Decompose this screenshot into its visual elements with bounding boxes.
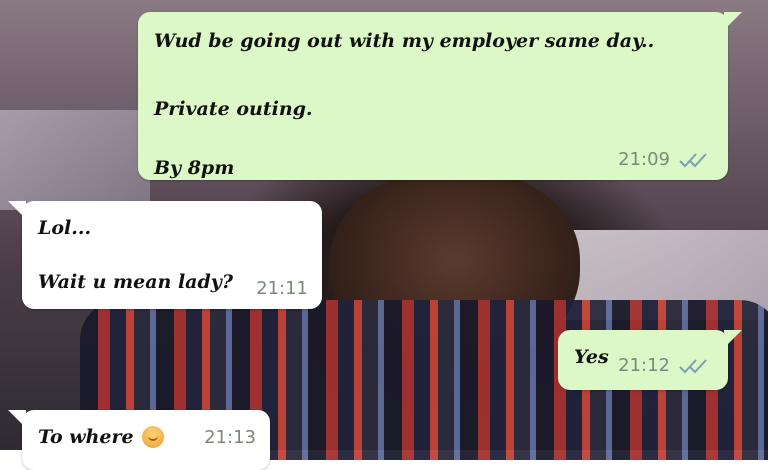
message-meta: 21:13 xyxy=(204,427,256,448)
message-bubble-incoming[interactable]: Lol... Wait u mean lady? 21:11 xyxy=(8,201,322,309)
message-meta: 21:12 xyxy=(618,355,712,376)
message-line: Wait u mean lady? xyxy=(38,271,233,293)
message-bubble-outgoing[interactable]: Wud be going out with my employer same d… xyxy=(138,12,742,180)
person-tipping-hand-emoji xyxy=(141,426,164,449)
message-line: Lol... xyxy=(38,217,92,239)
read-double-check-icon xyxy=(679,358,707,373)
message-line: To where xyxy=(38,426,134,448)
message-line: Wud be going out with my employer same d… xyxy=(154,30,655,52)
message-content: To where xyxy=(38,426,164,449)
message-timestamp: 21:11 xyxy=(256,278,308,299)
message-meta: 21:09 xyxy=(618,149,712,170)
message-meta: 21:11 xyxy=(256,278,308,299)
message-bubble-incoming[interactable]: To where 21:13 xyxy=(8,410,270,470)
read-double-check-icon xyxy=(679,152,707,167)
message-line: Private outing. xyxy=(154,98,313,120)
message-timestamp: 21:12 xyxy=(618,355,670,376)
message-line: By 8pm xyxy=(154,157,235,179)
message-line: Yes xyxy=(574,346,609,368)
background-window-left xyxy=(0,110,150,210)
message-bubble-outgoing[interactable]: Yes 21:12 xyxy=(558,330,742,390)
message-timestamp: 21:09 xyxy=(618,149,670,170)
message-timestamp: 21:13 xyxy=(204,427,256,448)
